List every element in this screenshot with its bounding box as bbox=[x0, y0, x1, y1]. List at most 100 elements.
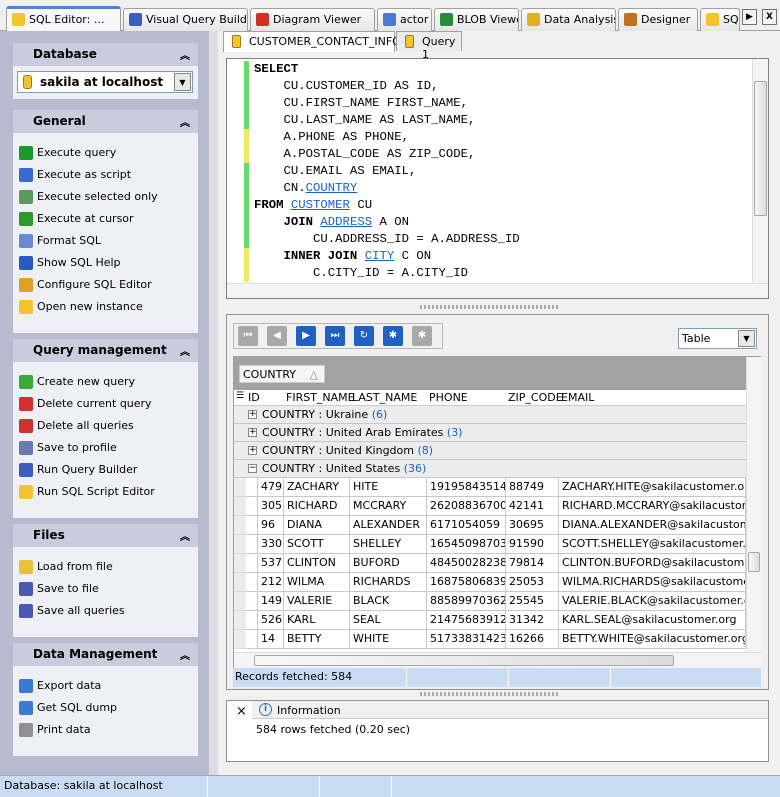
collapse-icon[interactable]: ︽ bbox=[180, 47, 190, 62]
row-indicator[interactable] bbox=[234, 554, 246, 573]
cell-id[interactable]: 149 bbox=[258, 592, 284, 611]
cell-zip_code[interactable]: 88749 bbox=[506, 478, 559, 497]
row-indicator[interactable] bbox=[234, 535, 246, 554]
table-link[interactable]: COUNTRY bbox=[306, 181, 358, 195]
column-header-phone[interactable]: PHONE bbox=[429, 391, 468, 404]
grid-horizontal-scrollbar[interactable] bbox=[234, 652, 761, 668]
first-record-button[interactable]: ⏮ bbox=[238, 326, 258, 346]
sidebar-item-run-sql-script-editor[interactable]: Run SQL Script Editor bbox=[19, 484, 155, 502]
group-row[interactable]: + COUNTRY : United Arab Emirates (3) bbox=[234, 424, 746, 442]
app-tab-blob-viewer[interactable]: BLOB Viewer bbox=[434, 8, 519, 31]
cell-zip_code[interactable]: 25545 bbox=[506, 592, 559, 611]
collapse-icon[interactable]: ︽ bbox=[180, 647, 190, 662]
sidebar-item-execute-at-cursor[interactable]: Execute at cursor bbox=[19, 211, 134, 229]
cell-first_name[interactable]: SCOTT bbox=[284, 535, 350, 554]
close-info-button[interactable]: × bbox=[236, 704, 247, 719]
panel-header-query-management[interactable]: Query management ︽ bbox=[13, 339, 198, 362]
sidebar-item-get-sql-dump[interactable]: Get SQL dump bbox=[19, 700, 117, 718]
cell-id[interactable]: 479 bbox=[258, 478, 284, 497]
table-link[interactable]: ADDRESS bbox=[320, 215, 372, 229]
sidebar-item-open-new-instance[interactable]: Open new instance bbox=[19, 299, 143, 317]
table-row[interactable]: 305 RICHARD MCCRARY 262088367001 42141 RICHAR… bbox=[234, 497, 746, 516]
results-splitter-grip[interactable] bbox=[420, 692, 560, 696]
sidebar-item-execute-selected-only[interactable]: Execute selected only bbox=[19, 189, 158, 207]
column-header-zip_code[interactable]: ZIP_CODE bbox=[508, 391, 563, 404]
prev-record-button[interactable]: ◀ bbox=[267, 326, 287, 346]
collapse-icon[interactable]: ︽ bbox=[180, 114, 190, 129]
app-tab-data-analysis[interactable]: Data Analysis bbox=[521, 8, 616, 31]
refresh-button[interactable]: ↻ bbox=[354, 326, 374, 346]
cell-last_name[interactable]: WHITE bbox=[350, 630, 427, 649]
cell-first_name[interactable]: ZACHARY bbox=[284, 478, 350, 497]
cell-last_name[interactable]: SHELLEY bbox=[350, 535, 427, 554]
cell-email[interactable]: DIANA.ALEXANDER@sakilacustomer.org bbox=[559, 516, 746, 535]
sidebar-item-load-from-file[interactable]: Load from file bbox=[19, 559, 113, 577]
sidebar-item-delete-all-queries[interactable]: Delete all queries bbox=[19, 418, 134, 436]
cell-id[interactable]: 330 bbox=[258, 535, 284, 554]
row-indicator[interactable] bbox=[234, 497, 246, 516]
editor-vertical-scrollbar[interactable] bbox=[752, 59, 768, 283]
group-row[interactable]: + COUNTRY : Ukraine (6) bbox=[234, 406, 746, 424]
sidebar-item-show-sql-help[interactable]: Show SQL Help bbox=[19, 255, 121, 273]
row-indicator[interactable] bbox=[234, 592, 246, 611]
sidebar-item-delete-current-query[interactable]: Delete current query bbox=[19, 396, 152, 414]
cell-id[interactable]: 96 bbox=[258, 516, 284, 535]
cell-first_name[interactable]: DIANA bbox=[284, 516, 350, 535]
cell-zip_code[interactable]: 91590 bbox=[506, 535, 559, 554]
sidebar-item-execute-query[interactable]: Execute query bbox=[19, 145, 116, 163]
dropdown-arrow-icon[interactable]: ▼ bbox=[738, 330, 755, 347]
tab-scroll-right-button[interactable]: ▶ bbox=[742, 9, 757, 25]
cell-last_name[interactable]: ALEXANDER bbox=[350, 516, 427, 535]
app-tab-diagram-viewer[interactable]: Diagram Viewer bbox=[250, 8, 375, 31]
group-row[interactable]: + COUNTRY : United Kingdom (8) bbox=[234, 442, 746, 460]
group-row[interactable]: − COUNTRY : United States (36) bbox=[234, 460, 746, 478]
cell-phone[interactable]: 517338314235 bbox=[427, 630, 506, 649]
column-header-last_name[interactable]: LAST_NAME bbox=[352, 391, 417, 404]
cell-first_name[interactable]: BETTY bbox=[284, 630, 350, 649]
cell-zip_code[interactable]: 42141 bbox=[506, 497, 559, 516]
grid-vertical-scrollbar[interactable] bbox=[746, 357, 761, 652]
cell-first_name[interactable]: CLINTON bbox=[284, 554, 350, 573]
database-select[interactable]: sakila at localhost ▼ bbox=[17, 71, 193, 93]
row-indicator[interactable] bbox=[234, 573, 246, 592]
cell-email[interactable]: SCOTT.SHELLEY@sakilacustomer.org bbox=[559, 535, 746, 554]
sql-editor[interactable]: SELECT CU.CUSTOMER_ID AS ID, CU.FIRST_NA… bbox=[226, 58, 769, 299]
cell-email[interactable]: KARL.SEAL@sakilacustomer.org bbox=[559, 611, 746, 630]
sql-text[interactable]: SELECT CU.CUSTOMER_ID AS ID, CU.FIRST_NA… bbox=[254, 61, 520, 282]
table-row[interactable]: 149 VALERIE BLACK 885899703621 25545 VALERIE.… bbox=[234, 592, 746, 611]
cell-phone[interactable]: 484500282381 bbox=[427, 554, 506, 573]
table-row[interactable]: 479 ZACHARY HITE 191958435142 88749 ZACHARY.H… bbox=[234, 478, 746, 497]
next-record-button[interactable]: ▶ bbox=[296, 326, 316, 346]
cell-last_name[interactable]: HITE bbox=[350, 478, 427, 497]
cell-first_name[interactable]: WILMA bbox=[284, 573, 350, 592]
cell-email[interactable]: VALERIE.BLACK@sakilacustomer.org bbox=[559, 592, 746, 611]
table-row[interactable]: 212 WILMA RICHARDS 168758068397 25053 WILMA.R… bbox=[234, 573, 746, 592]
cell-last_name[interactable]: BUFORD bbox=[350, 554, 427, 573]
close-tab-button[interactable]: X bbox=[762, 9, 777, 25]
group-by-chip[interactable]: COUNTRY △ bbox=[239, 365, 325, 383]
cell-phone[interactable]: 262088367001 bbox=[427, 497, 506, 516]
cell-zip_code[interactable]: 16266 bbox=[506, 630, 559, 649]
view-mode-select[interactable]: Table ▼ bbox=[678, 328, 757, 349]
sidebar-item-format-sql[interactable]: Format SQL bbox=[19, 233, 101, 251]
column-header-id[interactable]: ID bbox=[248, 391, 260, 404]
app-tab-actor[interactable]: actor bbox=[377, 8, 432, 31]
column-chooser-icon[interactable]: ☰ bbox=[236, 391, 244, 401]
column-header-email[interactable]: EMAIL bbox=[561, 391, 594, 404]
app-tab-visual-query-builder[interactable]: Visual Query Builder bbox=[123, 8, 248, 31]
collapse-icon[interactable]: ︽ bbox=[180, 343, 190, 358]
column-header-first_name[interactable]: FIRST_NAME bbox=[286, 391, 355, 404]
row-indicator[interactable] bbox=[234, 611, 246, 630]
cell-email[interactable]: CLINTON.BUFORD@sakilacustomer.org bbox=[559, 554, 746, 573]
table-row[interactable]: 537 CLINTON BUFORD 484500282381 79814 CLINTON… bbox=[234, 554, 746, 573]
sidebar-item-configure-sql-editor[interactable]: Configure SQL Editor bbox=[19, 277, 152, 295]
cell-first_name[interactable]: VALERIE bbox=[284, 592, 350, 611]
sidebar-item-run-query-builder[interactable]: Run Query Builder bbox=[19, 462, 137, 480]
query-tab-1[interactable]: CUSTOMER_CONTACT_INFO bbox=[223, 31, 401, 52]
cell-zip_code[interactable]: 30695 bbox=[506, 516, 559, 535]
cell-email[interactable]: ZACHARY.HITE@sakilacustomer.org bbox=[559, 478, 746, 497]
cell-id[interactable]: 14 bbox=[258, 630, 284, 649]
sidebar-item-create-new-query[interactable]: Create new query bbox=[19, 374, 135, 392]
sidebar-item-export-data[interactable]: Export data bbox=[19, 678, 101, 696]
database-panel-header[interactable]: Database ︽ bbox=[13, 43, 198, 66]
